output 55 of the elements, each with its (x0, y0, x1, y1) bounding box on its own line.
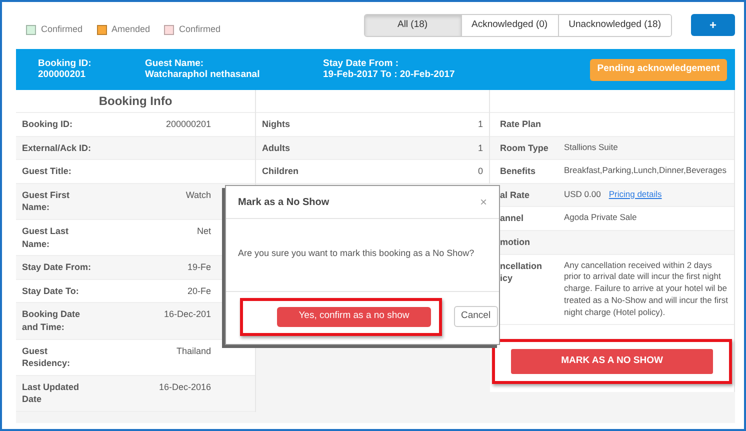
field-label: annel (500, 212, 525, 225)
dialog-message: Are you sure you want to mark this booking as a No Show? (238, 247, 476, 260)
field-label: Children (262, 165, 299, 178)
field-label: Guest Title: (22, 165, 72, 178)
field-label: Last Updated Date (22, 380, 80, 406)
header-label: Booking ID: (38, 58, 92, 70)
field-label: Stay Date From: (22, 261, 92, 274)
field-value: Breakfast,Parking,Lunch,Dinner,Beverages (564, 165, 728, 178)
legend-label: Confirmed (41, 23, 83, 36)
field-value: Stallions Suite (564, 142, 619, 154)
field-value: 16-Dec-2016 (158, 380, 212, 394)
field-label: Benefits (500, 165, 537, 178)
field-value: Agoda Private Sale (564, 212, 638, 224)
confirm-button[interactable]: Yes, confirm as a no show (277, 306, 431, 326)
field-label: Stay Date To: (22, 284, 80, 298)
field-value: USD 0.00 (564, 188, 601, 199)
field-label: ncellation icy (500, 260, 544, 285)
header-value: 200000201 (38, 70, 87, 80)
field-value: 1 (478, 142, 483, 154)
field-value: 19-Fe (187, 261, 212, 274)
field-value: Thailand (176, 344, 212, 358)
dialog-title: Mark as a No Show (238, 196, 330, 210)
field-value: 20-Fe (187, 284, 212, 298)
field-label: Guest Last Name: (22, 224, 70, 250)
field-label: Nights (262, 118, 290, 131)
pricing-link[interactable]: Pricing details (608, 188, 662, 199)
add-button[interactable]: + (691, 14, 735, 36)
filter-tab[interactable]: All (18) (364, 15, 461, 36)
field-label: Guest First Name: (22, 188, 71, 214)
mark-no-show-button[interactable]: MARK AS A NO SHOW (511, 349, 713, 374)
field-label: Guest Residency: (22, 344, 72, 370)
legend-label: Amended (112, 23, 150, 36)
close-icon[interactable]: × (480, 193, 487, 211)
field-label: Rate Plan (500, 118, 542, 131)
header-label: Stay Date From : (323, 58, 400, 70)
cancel-button[interactable]: Cancel (454, 306, 498, 327)
field-label: al Rate (500, 188, 531, 202)
field-value: 16-Dec-201 (164, 308, 212, 321)
header-label: Guest Name: (145, 58, 205, 70)
field-value: 1 (478, 118, 483, 131)
field-label: Booking Date and Time: (22, 308, 82, 334)
field-label: Room Type (500, 142, 550, 154)
filter-tab[interactable]: Unacknowledged (18) (558, 15, 671, 36)
field-label: Adults (262, 142, 290, 154)
section-title: Booking Info (98, 94, 172, 108)
field-label: motion (500, 236, 531, 249)
legend-label: Confirmed (179, 23, 221, 36)
header-value: 19-Feb-2017 To : 20-Feb-2017 (323, 70, 455, 80)
field-label: Booking ID: (22, 118, 74, 131)
field-value: Any cancellation received within 2 days prior to arrival date will incur the first night charge. Failure to arrive at your hotel wil be treated as a No-Show and will incur the first night charge (Hotel policy). (564, 260, 729, 320)
field-value: Net (196, 224, 212, 238)
field-value: 200000201 (166, 118, 212, 131)
field-label: External/Ack ID: (22, 142, 92, 154)
header-value: Watcharaphol nethasanal (145, 70, 261, 80)
field-value: 0 (478, 165, 483, 178)
